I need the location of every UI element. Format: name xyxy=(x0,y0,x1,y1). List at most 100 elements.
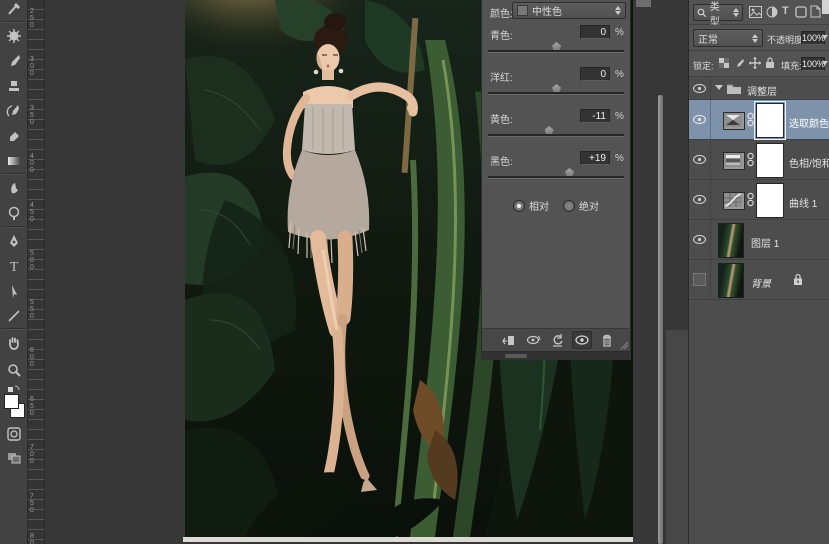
shape-filter-icon[interactable] xyxy=(795,6,807,18)
layer-name: 背景 xyxy=(751,279,771,290)
fill-arrow-icon[interactable] xyxy=(822,61,828,65)
lock-move-icon[interactable] xyxy=(749,57,761,69)
color-label: 颜色: xyxy=(490,9,513,20)
layer-row-layer1[interactable]: 图层 1 xyxy=(689,220,829,260)
curves-icon[interactable] xyxy=(723,192,745,210)
visibility-toggle[interactable] xyxy=(689,260,711,299)
layer-row-background[interactable]: 背景 xyxy=(689,260,829,300)
panel-resize-grip[interactable] xyxy=(620,341,629,350)
line-tool[interactable] xyxy=(4,306,23,325)
pixel-filter-icon[interactable] xyxy=(749,6,762,18)
healing-brush-tool[interactable] xyxy=(4,26,23,45)
yellow-slider-thumb[interactable] xyxy=(544,126,554,134)
smudge-tool[interactable] xyxy=(4,178,23,197)
tool-bar: T xyxy=(0,0,28,544)
magenta-value[interactable]: 0 xyxy=(580,67,610,81)
layer-row-hue-saturation[interactable]: 色相/饱和度 1 xyxy=(689,140,829,180)
history-brush-tool[interactable] xyxy=(4,101,23,120)
filter-toggle[interactable] xyxy=(822,0,829,14)
magenta-slider-thumb[interactable] xyxy=(552,84,561,92)
clone-stamp-tool[interactable] xyxy=(4,76,23,95)
mask-link-icon[interactable] xyxy=(747,192,754,207)
lock-paint-icon[interactable] xyxy=(734,58,745,69)
visibility-toggle[interactable] xyxy=(689,77,711,99)
pen-tool[interactable] xyxy=(4,231,23,250)
blend-mode-dropdown[interactable]: 正常 xyxy=(693,29,763,47)
type-filter-icon[interactable]: T xyxy=(782,5,789,17)
layer-mask-thumbnail[interactable] xyxy=(756,183,784,218)
view-previous-state-icon[interactable] xyxy=(524,332,542,348)
black-value[interactable]: +19 xyxy=(580,151,610,165)
relative-radio[interactable]: 相对 xyxy=(513,198,549,213)
eye-icon xyxy=(693,115,706,124)
magenta-slider[interactable] xyxy=(488,84,624,95)
selective-color-icon[interactable] xyxy=(723,112,745,130)
panel-scrollbar-thumb[interactable] xyxy=(636,0,651,7)
yellow-slider[interactable] xyxy=(488,126,624,137)
eyedropper-tool[interactable] xyxy=(4,0,23,19)
zoom-tool[interactable] xyxy=(4,360,23,379)
hscrollbar-thumb[interactable] xyxy=(505,354,527,358)
eraser-tool[interactable] xyxy=(4,126,23,145)
absolute-radio[interactable]: 绝对 xyxy=(563,198,599,213)
dropdown-arrows-icon xyxy=(752,33,758,43)
document-bottom-edge xyxy=(183,537,633,542)
svg-text:T: T xyxy=(9,260,18,274)
visibility-icon[interactable] xyxy=(572,331,592,349)
black-slider[interactable] xyxy=(488,168,624,179)
dodge-tool[interactable] xyxy=(4,203,23,222)
cyan-slider-thumb[interactable] xyxy=(552,42,561,50)
absolute-label: 绝对 xyxy=(579,202,599,213)
ruler-label: 650 xyxy=(30,396,34,417)
cyan-slider[interactable] xyxy=(488,42,624,53)
disclosure-triangle-icon[interactable] xyxy=(715,85,723,90)
colors-dropdown[interactable]: 中性色 xyxy=(512,2,626,19)
layer-row-curves[interactable]: 曲线 1 xyxy=(689,180,829,220)
clip-to-layer-icon[interactable] xyxy=(500,332,518,348)
layers-panel: 类型 T 正常 不透明度: 100% 锁定: 填充: 100% 调整层 选取颜色… xyxy=(688,0,829,544)
layer-mask-thumbnail[interactable] xyxy=(756,143,784,178)
visibility-toggle[interactable] xyxy=(689,180,711,219)
smart-object-filter-icon[interactable] xyxy=(810,5,821,18)
magenta-unit: % xyxy=(615,69,624,80)
gradient-tool[interactable] xyxy=(4,151,23,170)
ruler-label: 550 xyxy=(30,299,34,320)
yellow-label: 黄色: xyxy=(490,115,513,126)
lock-all-icon[interactable] xyxy=(765,57,775,69)
layer-group-row[interactable]: 调整层 xyxy=(689,77,829,100)
opacity-arrow-icon[interactable] xyxy=(822,35,828,39)
brush-tool[interactable] xyxy=(4,51,23,70)
layer-row-selective-color[interactable]: 选取颜色 1 xyxy=(689,100,829,140)
quick-mask-icon[interactable] xyxy=(4,424,23,443)
delete-icon[interactable] xyxy=(598,332,616,348)
cyan-label: 青色: xyxy=(490,31,513,42)
layer-thumbnail[interactable] xyxy=(718,223,744,258)
visibility-toggle[interactable] xyxy=(689,140,711,179)
foreground-color-swatch[interactable] xyxy=(4,394,19,409)
adjustments-hscrollbar[interactable] xyxy=(481,352,631,360)
lock-transparency-icon[interactable] xyxy=(719,58,730,69)
reset-icon[interactable] xyxy=(548,332,566,348)
vertical-scrollbar[interactable] xyxy=(658,95,663,544)
type-tool[interactable]: T xyxy=(4,256,23,275)
dropdown-arrows-icon xyxy=(615,6,621,15)
swap-colors-icon[interactable] xyxy=(4,382,23,394)
black-slider-thumb[interactable] xyxy=(564,168,574,176)
panel-dock-edge xyxy=(666,330,688,544)
screen-mode-icon[interactable] xyxy=(4,448,23,467)
layer-mask-thumbnail[interactable] xyxy=(754,101,786,140)
hand-tool[interactable] xyxy=(4,333,23,352)
magenta-label: 洋红: xyxy=(490,73,513,84)
yellow-value[interactable]: -11 xyxy=(580,109,610,123)
visibility-toggle[interactable] xyxy=(689,100,711,139)
visibility-toggle[interactable] xyxy=(689,220,711,259)
eye-icon xyxy=(693,235,706,244)
mask-link-icon[interactable] xyxy=(747,152,754,167)
cyan-value[interactable]: 0 xyxy=(580,25,610,39)
adjustment-filter-icon[interactable] xyxy=(766,6,778,18)
filter-type-dropdown[interactable]: 类型 xyxy=(693,2,743,28)
hue-saturation-icon[interactable] xyxy=(723,152,745,170)
mask-link-icon[interactable] xyxy=(747,112,754,127)
path-selection-tool[interactable] xyxy=(4,281,23,300)
layer-thumbnail[interactable] xyxy=(718,263,744,298)
